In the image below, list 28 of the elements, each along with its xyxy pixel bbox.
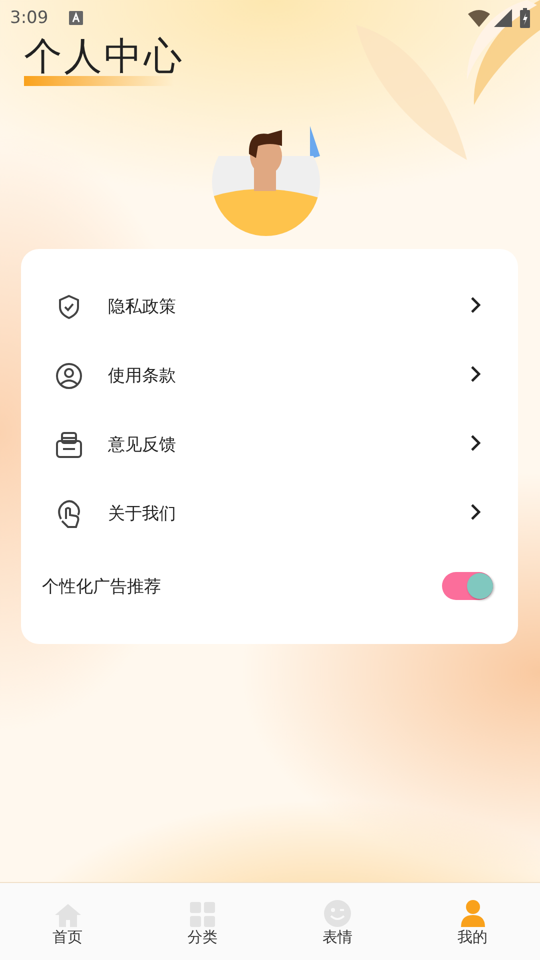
- chevron-right-icon: [470, 434, 482, 452]
- menu-item[interactable]: 意见反馈: [21, 410, 518, 479]
- menu-item[interactable]: 隐私政策: [21, 272, 518, 341]
- chevron-right-icon: [470, 296, 482, 314]
- nav-tab[interactable]: 首页: [0, 883, 135, 960]
- home-icon: [54, 903, 80, 927]
- toggle-switch[interactable]: [442, 572, 493, 600]
- menu-item[interactable]: 关于我们: [21, 479, 518, 548]
- tray-icon: [55, 430, 83, 458]
- nav-tab[interactable]: 我的: [405, 883, 540, 960]
- user-icon: [55, 362, 83, 390]
- menu-item[interactable]: 使用条款: [21, 341, 518, 410]
- nav-tab[interactable]: 表情: [270, 883, 405, 960]
- grid-icon: [190, 902, 215, 927]
- wifi-icon: [468, 10, 490, 26]
- page-title: 个人中心: [24, 36, 184, 76]
- chevron-right-icon: [470, 364, 482, 382]
- shield-icon: [57, 294, 81, 320]
- status-time: 3:09: [10, 8, 48, 28]
- battery-icon: [520, 8, 530, 28]
- signal-icon: [494, 9, 512, 27]
- toggle-label: 个性化广告推荐: [42, 576, 162, 598]
- nav-tab[interactable]: 分类: [135, 883, 270, 960]
- person-icon: [460, 900, 484, 927]
- smiley-icon: [324, 900, 351, 927]
- notification-icon: [69, 11, 84, 25]
- chevron-right-icon: [470, 502, 482, 520]
- touch-icon: [56, 498, 82, 528]
